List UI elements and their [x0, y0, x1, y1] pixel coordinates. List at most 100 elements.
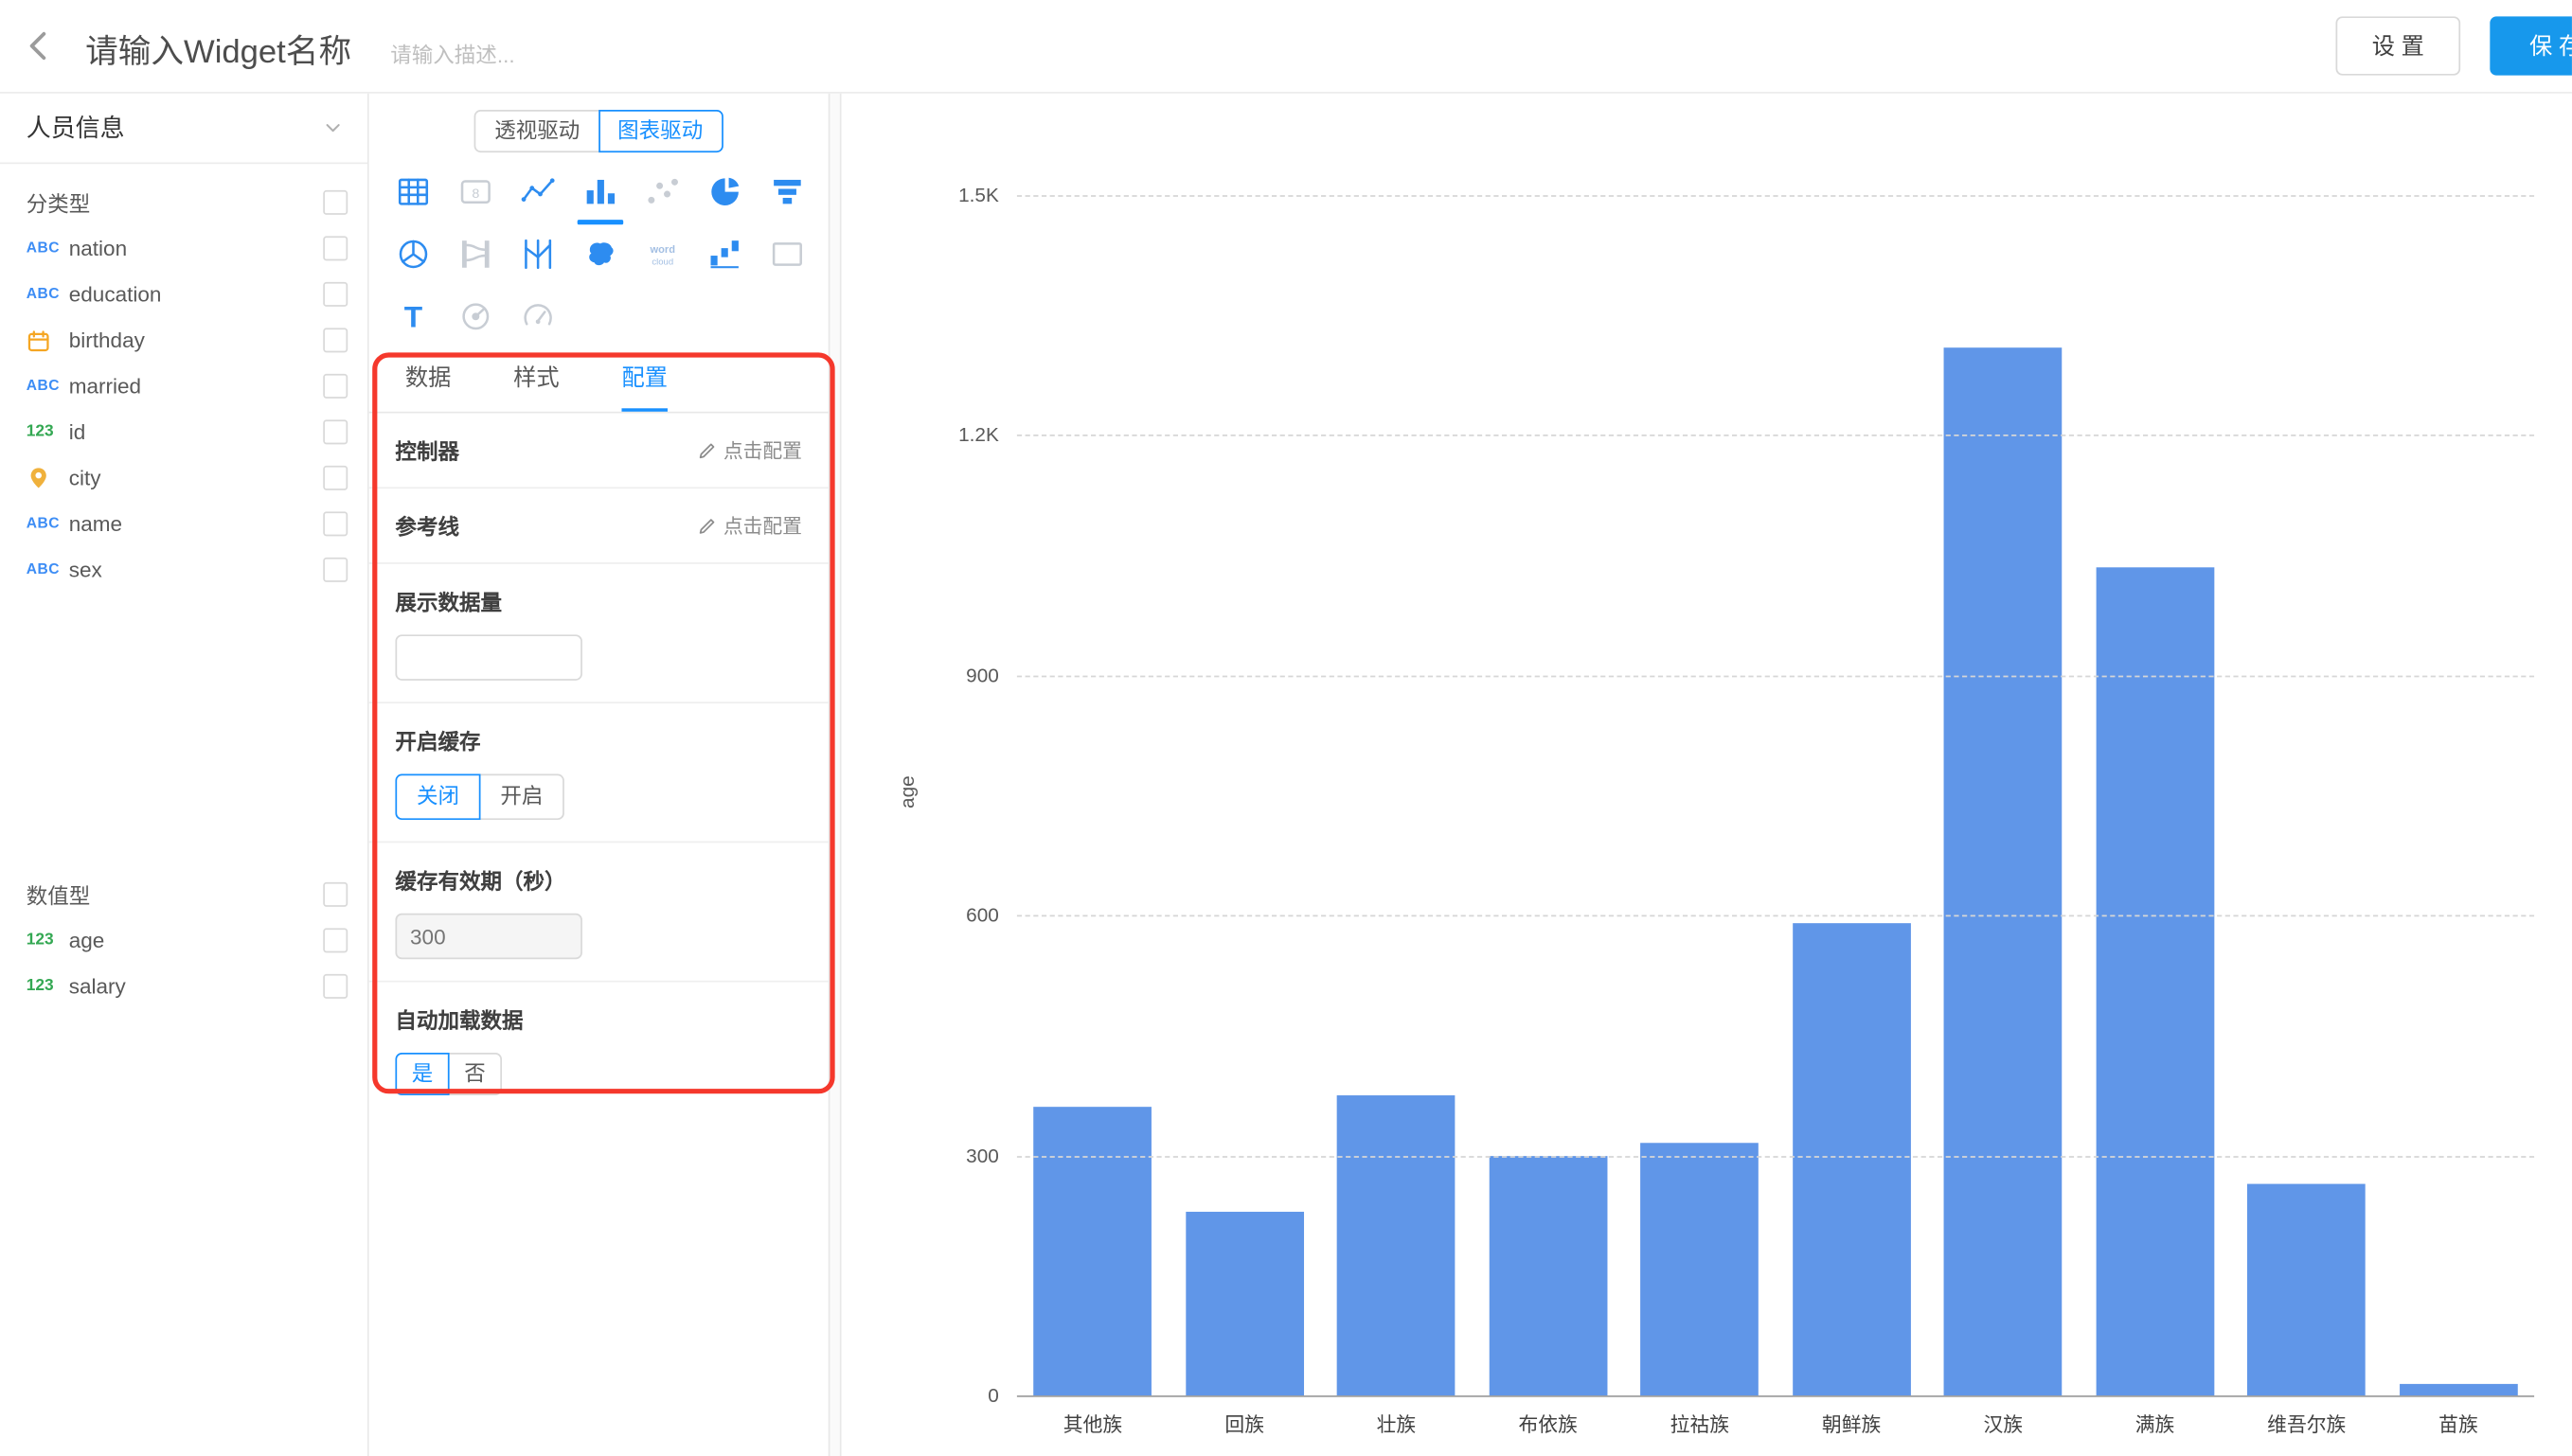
field-checkbox[interactable]	[323, 465, 348, 489]
pie-chart-icon[interactable]	[706, 172, 745, 212]
cache-on-button[interactable]: 开启	[479, 774, 564, 820]
field-checkbox[interactable]	[323, 557, 348, 581]
field-item[interactable]: 123 age	[0, 916, 367, 962]
donut-chart-icon[interactable]	[456, 297, 496, 337]
section-label: 数值型	[27, 879, 91, 910]
table-chart-icon[interactable]	[394, 172, 434, 212]
bar[interactable]	[1944, 347, 2063, 1395]
field-item[interactable]: ABC education	[0, 271, 367, 316]
line-chart-icon[interactable]	[518, 172, 558, 212]
view-name: 人员信息	[27, 110, 125, 144]
bar-slot	[1776, 195, 1927, 1395]
cache-label: 开启缓存	[395, 725, 802, 756]
radar-chart-icon[interactable]	[394, 235, 434, 275]
bar[interactable]	[2247, 1183, 2366, 1395]
text-chart-icon[interactable]: T	[394, 297, 434, 337]
bar-slot	[2383, 195, 2534, 1395]
tab-style[interactable]: 样式	[513, 361, 559, 412]
widget-description-input[interactable]: 请输入描述...	[390, 38, 514, 69]
bar[interactable]	[1793, 923, 1911, 1395]
y-axis-tick: 0	[842, 1384, 999, 1407]
field-item[interactable]: 123 id	[0, 408, 367, 453]
chart-plot	[1017, 195, 2534, 1397]
bar[interactable]	[2400, 1383, 2518, 1395]
y-axis-tick: 900	[842, 664, 999, 686]
back-button[interactable]	[13, 22, 65, 71]
bar-slot	[1169, 195, 1320, 1395]
field-name: name	[69, 511, 323, 536]
tab-data[interactable]: 数据	[405, 361, 451, 412]
view-selector[interactable]: 人员信息	[0, 92, 367, 164]
controller-configure-link[interactable]: 点击配置	[697, 436, 802, 464]
x-axis-labels: 其他族回族壮族布依族拉祜族朝鲜族汉族满族维吾尔族苗族	[1017, 1411, 2534, 1438]
field-item[interactable]: ABC sex	[0, 546, 367, 592]
settings-button[interactable]: 设 置	[2336, 16, 2461, 75]
cache-ttl-section: 缓存有效期（秒）	[369, 843, 829, 982]
reference-configure-link[interactable]: 点击配置	[697, 511, 802, 539]
field-name: education	[69, 281, 323, 306]
section-checkbox[interactable]	[323, 881, 348, 906]
field-item[interactable]: city	[0, 454, 367, 500]
bar[interactable]	[2096, 567, 2214, 1395]
save-button[interactable]: 保 存	[2490, 16, 2572, 75]
top-bar: 请输入Widget名称 请输入描述... 设 置 保 存	[0, 0, 2572, 94]
cache-ttl-input[interactable]	[395, 914, 581, 959]
x-axis-label: 朝鲜族	[1776, 1411, 1927, 1438]
numeric-section-header: 数值型	[0, 871, 367, 916]
bar-slot	[1320, 195, 1472, 1395]
autoload-yes-button[interactable]: 是	[395, 1053, 449, 1095]
string-type-icon: ABC	[27, 285, 69, 301]
field-name: sex	[69, 557, 323, 581]
field-item[interactable]: ABC name	[0, 500, 367, 545]
section-checkbox[interactable]	[323, 189, 348, 214]
field-checkbox[interactable]	[323, 973, 348, 998]
bar[interactable]	[1337, 1095, 1456, 1395]
field-checkbox[interactable]	[323, 419, 348, 444]
section-label: 分类型	[27, 186, 91, 218]
scatter-chart-icon[interactable]	[643, 172, 683, 212]
wordcloud-chart-icon[interactable]: wordcloud	[643, 235, 683, 275]
y-axis: 03006009001.2K1.5K	[842, 195, 999, 1395]
widget-name-input[interactable]: 请输入Widget名称	[85, 25, 351, 72]
gridline	[1017, 1155, 2534, 1157]
field-checkbox[interactable]	[323, 328, 348, 352]
cache-toggle: 关闭 开启	[395, 774, 802, 820]
waterfall-chart-icon[interactable]	[706, 235, 745, 275]
scorecard-chart-icon[interactable]: 8	[456, 172, 496, 212]
bar[interactable]	[1034, 1108, 1152, 1395]
cache-section: 开启缓存 关闭 开启	[369, 703, 829, 843]
bar[interactable]	[1489, 1155, 1607, 1395]
field-item[interactable]: ABC married	[0, 363, 367, 408]
field-checkbox[interactable]	[323, 281, 348, 306]
gridline	[1017, 675, 2534, 677]
pivot-drive-button[interactable]: 透视驱动	[474, 110, 599, 152]
field-checkbox[interactable]	[323, 236, 348, 260]
field-checkbox[interactable]	[323, 511, 348, 536]
iframe-chart-icon[interactable]	[768, 235, 808, 275]
bar-chart-icon[interactable]	[580, 172, 620, 212]
chart-drive-button[interactable]: 图表驱动	[598, 110, 723, 152]
cache-off-button[interactable]: 关闭	[395, 774, 480, 820]
field-checkbox[interactable]	[323, 373, 348, 398]
funnel-chart-icon[interactable]	[768, 172, 808, 212]
field-item[interactable]: ABC nation	[0, 224, 367, 270]
sankey-chart-icon[interactable]	[456, 235, 496, 275]
display-count-input[interactable]	[395, 634, 581, 680]
field-name: id	[69, 419, 323, 444]
autoload-no-button[interactable]: 否	[448, 1053, 502, 1095]
field-item[interactable]: birthday	[0, 316, 367, 362]
bar[interactable]	[1186, 1212, 1304, 1395]
parallel-chart-icon[interactable]	[518, 235, 558, 275]
gauge-chart-icon[interactable]	[518, 297, 558, 337]
bar-slot	[2079, 195, 2230, 1395]
string-type-icon: ABC	[27, 560, 69, 577]
tab-config[interactable]: 配置	[621, 361, 667, 412]
field-item[interactable]: 123 salary	[0, 963, 367, 1008]
field-checkbox[interactable]	[323, 928, 348, 952]
bar[interactable]	[1641, 1144, 1759, 1395]
panel-scrollbar[interactable]	[829, 92, 842, 1456]
svg-text:T: T	[404, 299, 423, 333]
bar-slot	[1927, 195, 2079, 1395]
china-map-chart-icon[interactable]	[580, 235, 620, 275]
field-name: married	[69, 373, 323, 398]
